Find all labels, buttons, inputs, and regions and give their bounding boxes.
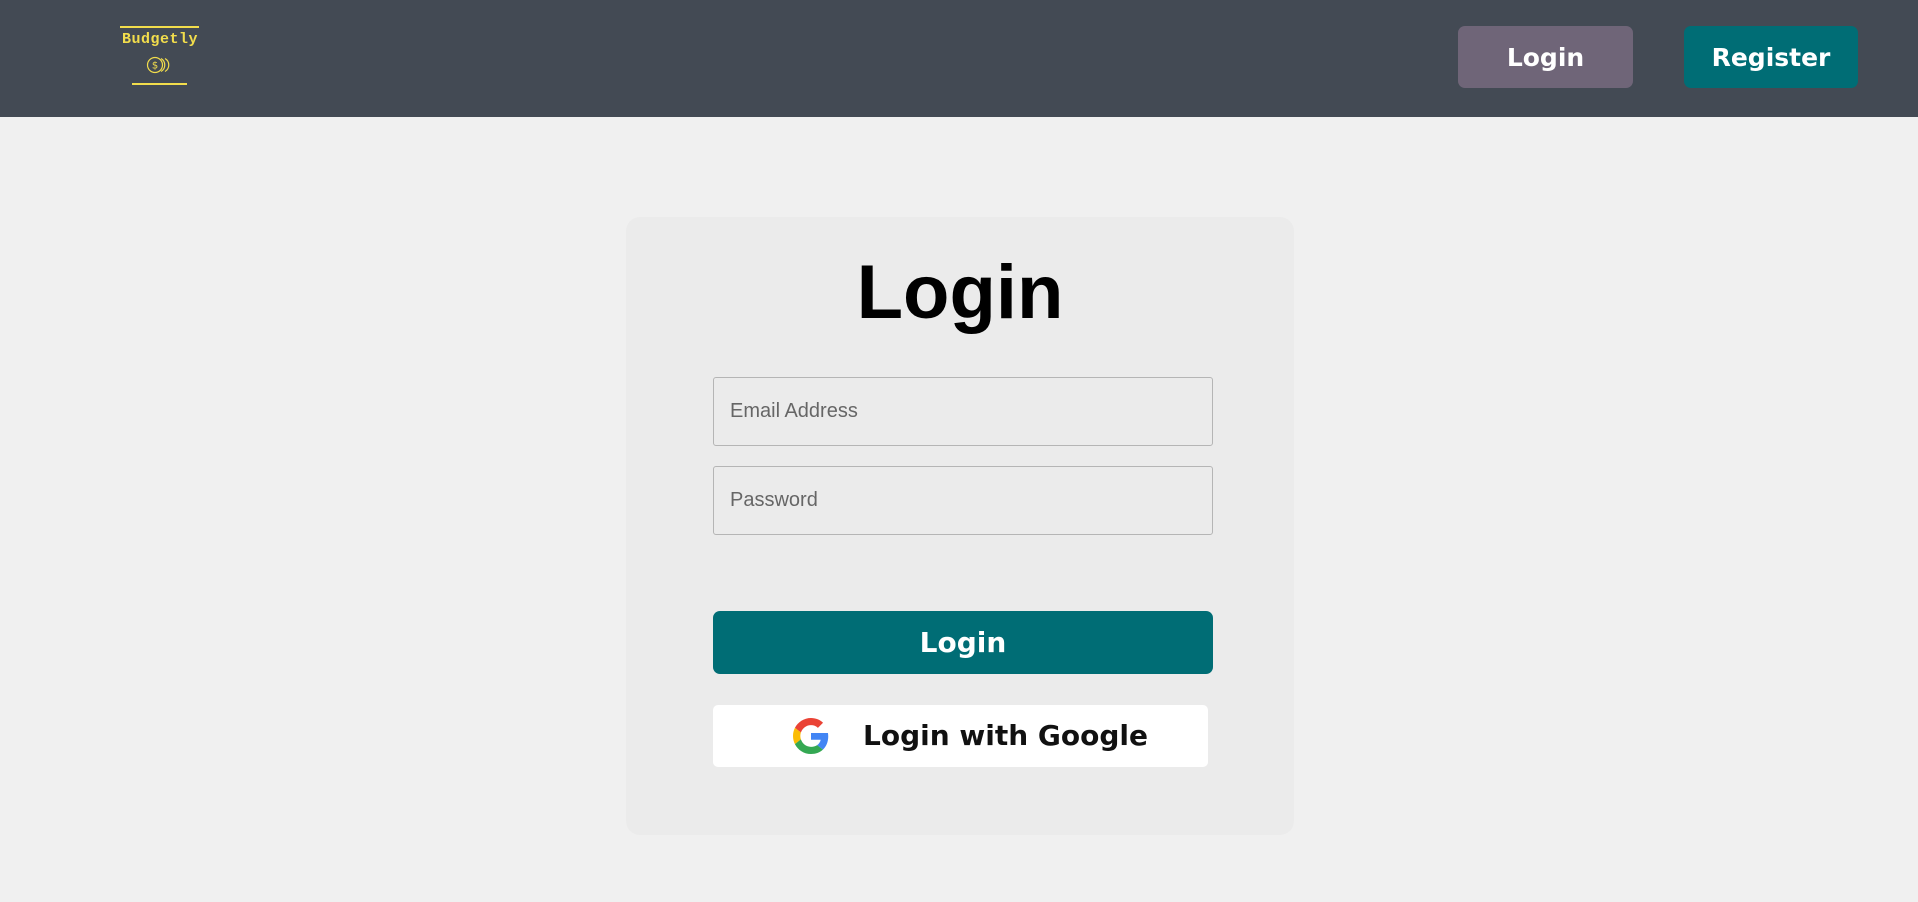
- logo-bottom-line: [132, 83, 187, 85]
- password-field[interactable]: [713, 466, 1213, 535]
- nav-login-button[interactable]: Login: [1458, 26, 1633, 88]
- logo-top-line: [120, 26, 199, 28]
- google-icon: [793, 718, 829, 754]
- login-card: Login Login Login with Google: [626, 217, 1294, 835]
- brand-logo[interactable]: Budgetly $: [119, 26, 201, 87]
- brand-name: Budgetly: [121, 31, 198, 48]
- navbar: Budgetly $ Login Register: [0, 0, 1918, 117]
- page-title: Login: [856, 250, 1064, 335]
- google-login-label: Login with Google: [863, 719, 1149, 752]
- google-login-button[interactable]: Login with Google: [713, 705, 1208, 767]
- email-field[interactable]: [713, 377, 1213, 446]
- svg-text:$: $: [152, 61, 158, 72]
- coins-icon: $: [146, 56, 170, 74]
- nav-register-button[interactable]: Register: [1684, 26, 1858, 88]
- login-submit-button[interactable]: Login: [713, 611, 1213, 674]
